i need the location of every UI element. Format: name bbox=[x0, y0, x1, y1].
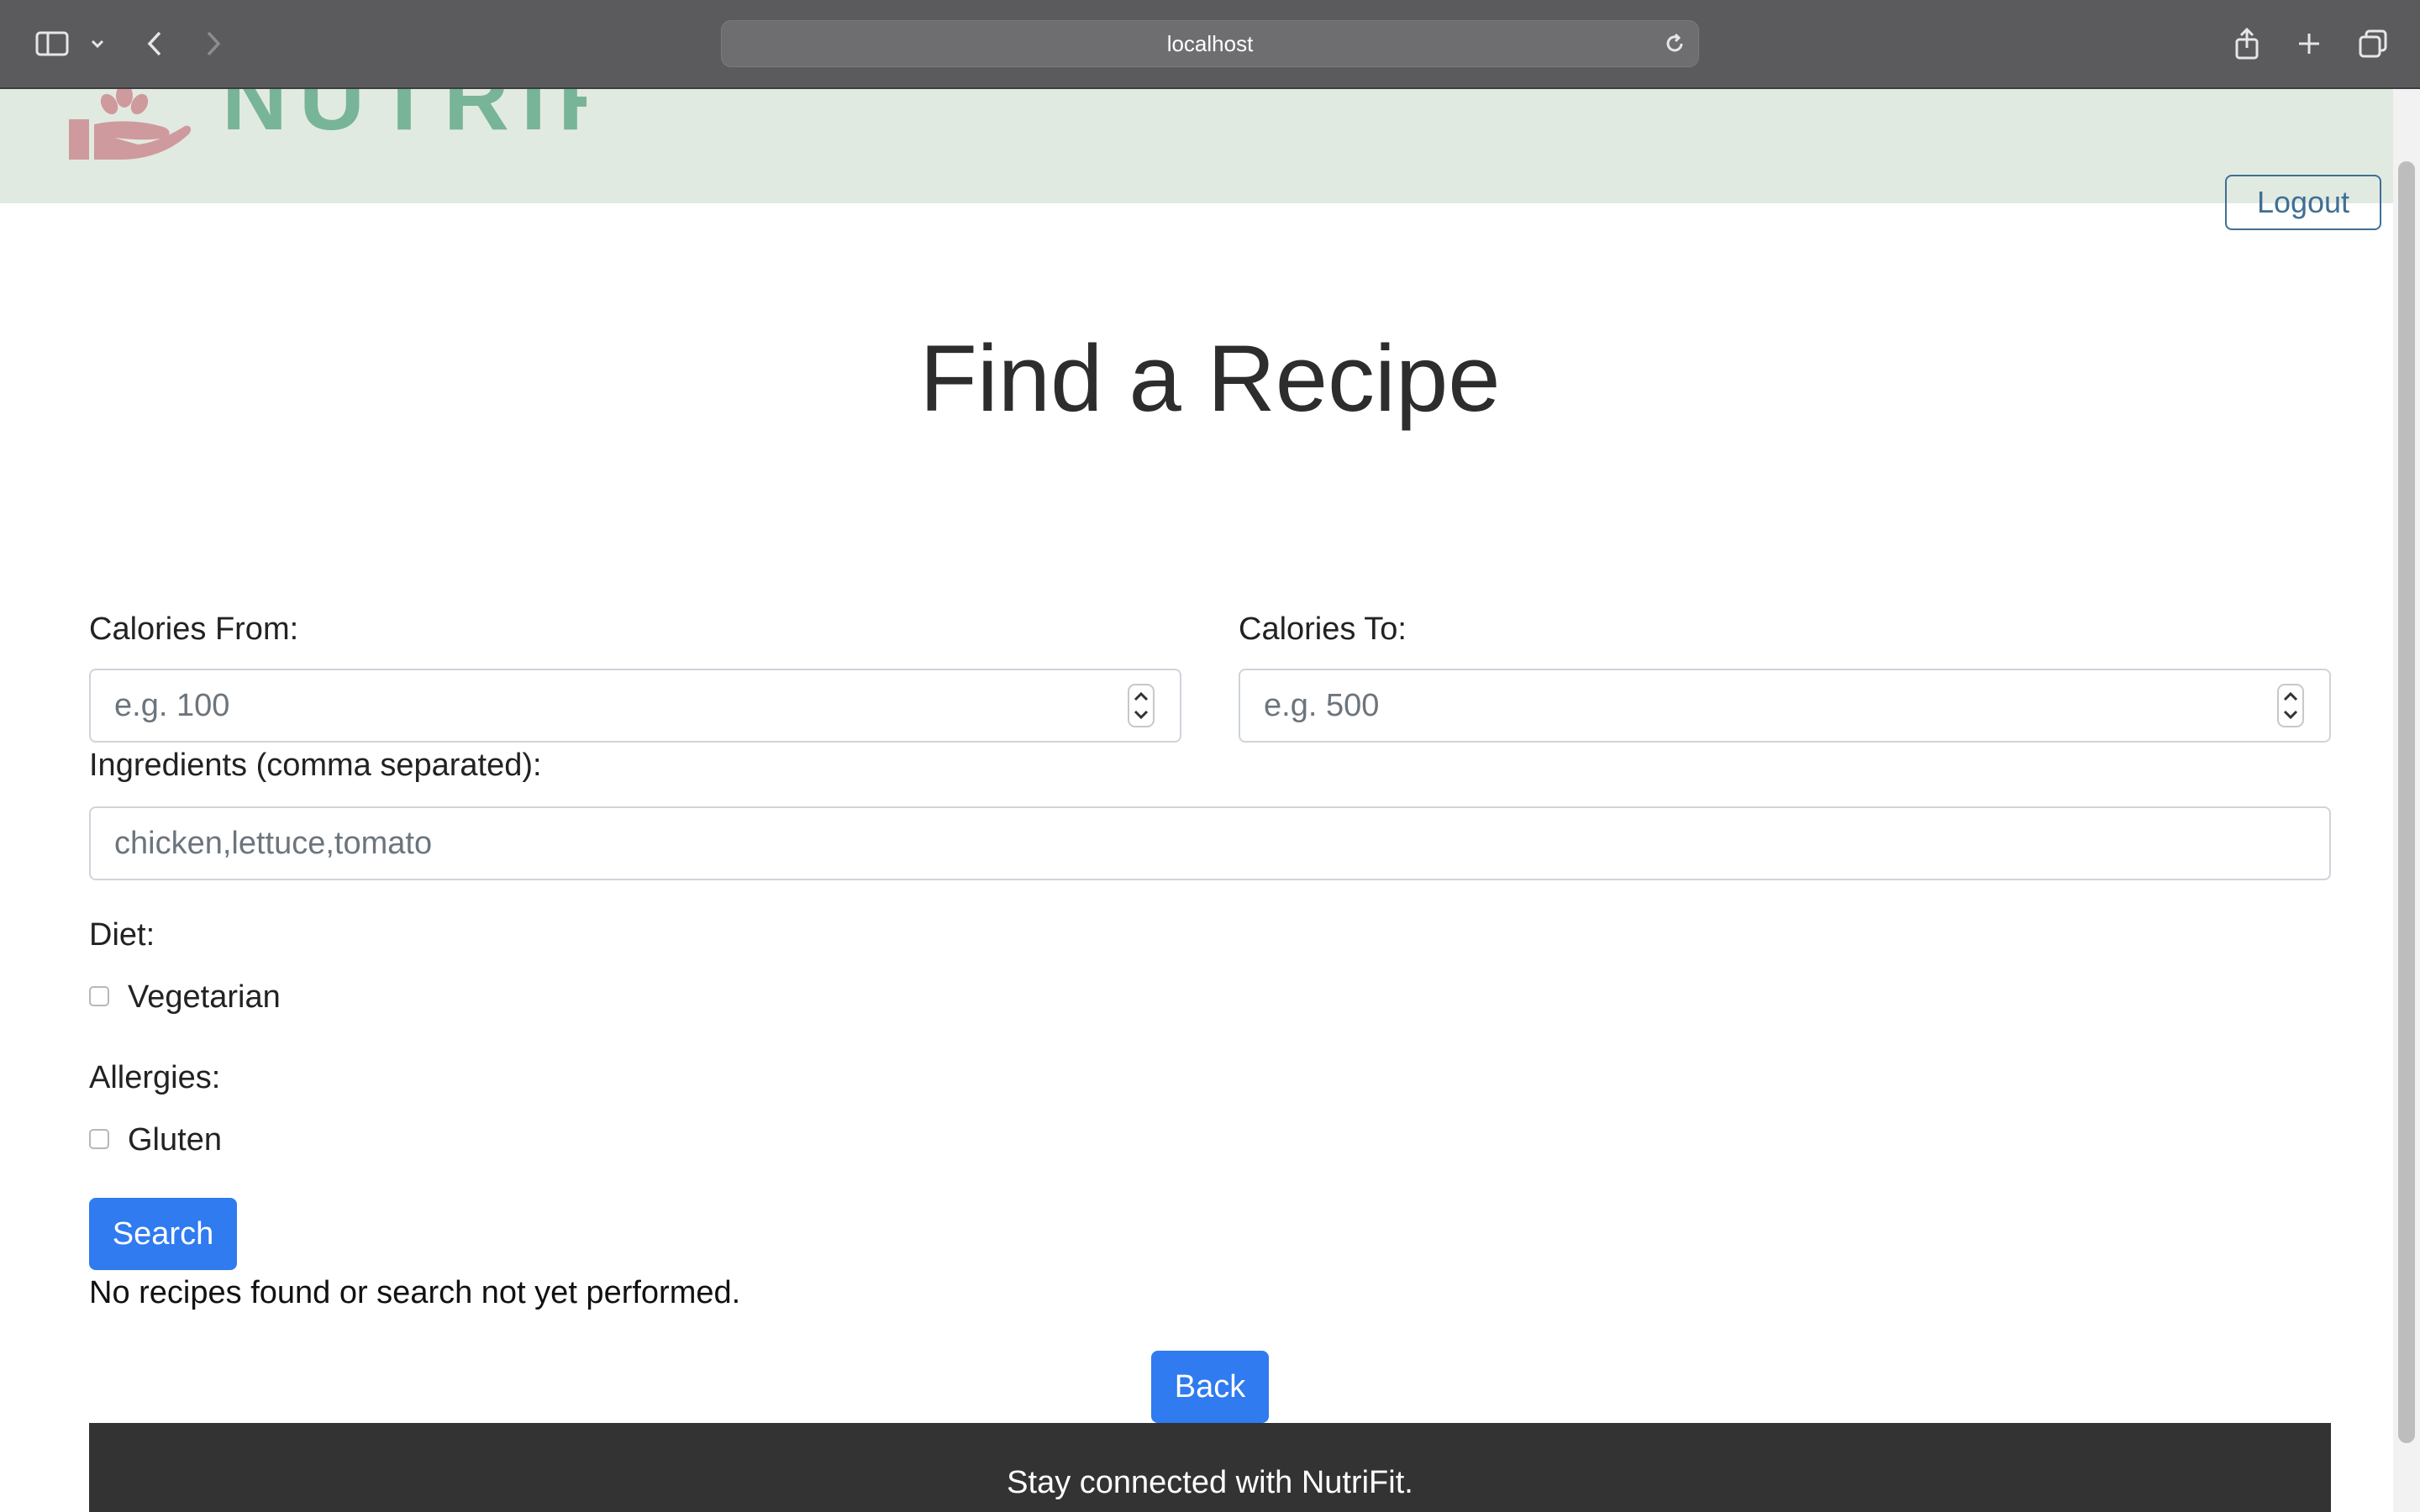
browser-toolbar: localhost bbox=[0, 0, 2420, 89]
gluten-checkbox[interactable] bbox=[89, 1129, 109, 1149]
logo-text: NUTRIFIT bbox=[222, 89, 587, 149]
share-icon[interactable] bbox=[2230, 22, 2264, 66]
back-button[interactable]: Back bbox=[1151, 1351, 1269, 1423]
search-status-text: No recipes found or search not yet perfo… bbox=[89, 1275, 741, 1310]
calories-from-label: Calories From: bbox=[89, 612, 299, 647]
new-tab-icon[interactable] bbox=[2292, 22, 2326, 66]
calories-to-input[interactable]: e.g. 500 bbox=[1239, 669, 2331, 743]
diet-label: Diet: bbox=[89, 917, 155, 953]
address-bar[interactable]: localhost bbox=[721, 20, 1699, 67]
calories-from-placeholder: e.g. 100 bbox=[114, 688, 230, 723]
number-stepper-icon[interactable] bbox=[2277, 684, 2304, 727]
page-title: Find a Recipe bbox=[919, 326, 1501, 431]
ingredients-placeholder: chicken,lettuce,tomato bbox=[114, 826, 433, 861]
ingredients-input[interactable]: chicken,lettuce,tomato bbox=[89, 806, 2331, 880]
calories-to-label: Calories To: bbox=[1239, 612, 1407, 647]
back-arrow-icon[interactable] bbox=[139, 22, 170, 66]
tab-overview-icon[interactable] bbox=[2354, 22, 2391, 66]
calories-from-input[interactable]: e.g. 100 bbox=[89, 669, 1181, 743]
number-stepper-icon[interactable] bbox=[1128, 684, 1155, 727]
reload-icon[interactable] bbox=[1663, 32, 1686, 55]
vegetarian-checkbox[interactable] bbox=[89, 986, 109, 1006]
sidebar-toggle-icon[interactable] bbox=[30, 22, 74, 66]
site-header: NUTRIFIT Logout bbox=[0, 89, 2393, 230]
chevron-down-icon[interactable] bbox=[86, 22, 109, 66]
gluten-label[interactable]: Gluten bbox=[128, 1122, 222, 1158]
hand-leaf-icon bbox=[69, 89, 192, 160]
logout-button[interactable]: Logout bbox=[2225, 175, 2381, 230]
vegetarian-label[interactable]: Vegetarian bbox=[128, 979, 281, 1016]
ingredients-label: Ingredients (comma separated): bbox=[89, 748, 542, 783]
calories-to-placeholder: e.g. 500 bbox=[1264, 688, 1380, 723]
footer-text: Stay connected with NutriFit. bbox=[1007, 1465, 1413, 1500]
search-button[interactable]: Search bbox=[89, 1198, 237, 1270]
forward-arrow-icon[interactable] bbox=[198, 22, 229, 66]
allergies-label: Allergies: bbox=[89, 1060, 221, 1095]
site-footer: Stay connected with NutriFit. bbox=[89, 1423, 2331, 1512]
nutrifit-logo[interactable]: NUTRIFIT bbox=[66, 89, 587, 203]
url-text: localhost bbox=[1166, 31, 1254, 56]
